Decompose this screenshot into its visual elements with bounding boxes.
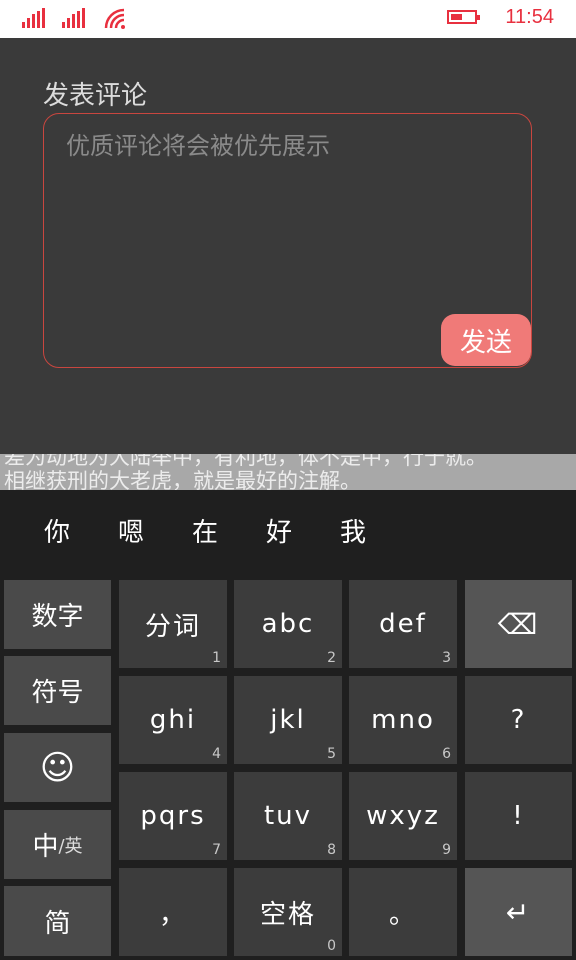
key-label: ， xyxy=(158,899,187,930)
key-wxyz[interactable]: wxyz 9 xyxy=(349,772,457,860)
keyboard: 数字 符号 ☺ 中/英 简 分词 1 abc 2 def 3 ⌫ ghi 4 j… xyxy=(0,572,576,960)
key-tuv[interactable]: tuv 8 xyxy=(234,772,342,860)
candidate-word[interactable]: 你 xyxy=(44,512,70,549)
key-label: abc xyxy=(261,609,315,639)
article-line: 相继获刑的大老虎，就是最好的注解。 xyxy=(4,469,361,490)
key-number: 7 xyxy=(212,842,221,858)
key-number: 2 xyxy=(327,650,336,666)
key-label: ghi xyxy=(149,705,197,735)
signal-icon xyxy=(22,8,50,28)
key-number: 3 xyxy=(442,650,451,666)
key-label: mno xyxy=(371,705,435,735)
key-question[interactable]: ? xyxy=(465,676,572,764)
key-segment[interactable]: 分词 1 xyxy=(119,580,227,668)
key-mno[interactable]: mno 6 xyxy=(349,676,457,764)
key-number: 9 xyxy=(442,842,451,858)
key-language-toggle[interactable]: 中/英 xyxy=(4,810,111,879)
comment-input[interactable] xyxy=(64,124,508,308)
key-pqrs[interactable]: pqrs 7 xyxy=(119,772,227,860)
clock: 11:54 xyxy=(505,6,554,28)
key-label: pqrs xyxy=(140,801,206,831)
signal-icon xyxy=(62,8,90,28)
key-simplified[interactable]: 简 xyxy=(4,886,111,956)
enter-icon[interactable]: ↵ xyxy=(465,868,572,956)
candidate-bar: 你 嗯 在 好 我 xyxy=(0,490,576,572)
key-number: 4 xyxy=(212,746,221,762)
lang-zh: 中 xyxy=(32,832,59,862)
key-number: 0 xyxy=(327,938,336,954)
backspace-icon[interactable]: ⌫ xyxy=(465,580,572,668)
candidate-word[interactable]: 嗯 xyxy=(118,512,144,549)
key-number: 5 xyxy=(327,746,336,762)
key-numbers[interactable]: 数字 xyxy=(4,580,111,649)
key-number: 8 xyxy=(327,842,336,858)
candidate-word[interactable]: 在 xyxy=(192,512,218,549)
key-label: 。 xyxy=(388,899,417,930)
key-label: def xyxy=(379,609,427,639)
wifi-icon xyxy=(104,8,125,29)
key-def[interactable]: def 3 xyxy=(349,580,457,668)
key-comma[interactable]: ， xyxy=(119,868,227,956)
candidate-word[interactable]: 我 xyxy=(340,512,366,549)
lang-en: /英 xyxy=(58,835,83,857)
key-label: 分词 xyxy=(144,611,201,642)
key-label: tuv xyxy=(263,801,313,831)
key-label: jkl xyxy=(270,705,306,735)
key-jkl[interactable]: jkl 5 xyxy=(234,676,342,764)
status-bar: 11:54 xyxy=(0,0,576,38)
key-ghi[interactable]: ghi 4 xyxy=(119,676,227,764)
battery-icon xyxy=(447,10,480,24)
comment-panel: 发表评论 发送 xyxy=(0,38,576,454)
send-button[interactable]: 发送 xyxy=(441,314,531,366)
key-exclaim[interactable]: ! xyxy=(465,772,572,860)
key-symbols[interactable]: 符号 xyxy=(4,656,111,725)
background-article: 差为动地为大陆举中，有利地，体不是中，行于就。 相继获刑的大老虎，就是最好的注解… xyxy=(0,454,576,490)
key-label: 空格 xyxy=(259,899,316,930)
key-abc[interactable]: abc 2 xyxy=(234,580,342,668)
key-number: 6 xyxy=(442,746,451,762)
panel-title: 发表评论 xyxy=(43,81,148,111)
smiley-icon[interactable]: ☺ xyxy=(4,733,111,802)
key-period[interactable]: 。 xyxy=(349,868,457,956)
key-space[interactable]: 空格 0 xyxy=(234,868,342,956)
candidate-word[interactable]: 好 xyxy=(266,512,292,549)
key-number: 1 xyxy=(212,650,221,666)
key-label: wxyz xyxy=(366,801,440,831)
